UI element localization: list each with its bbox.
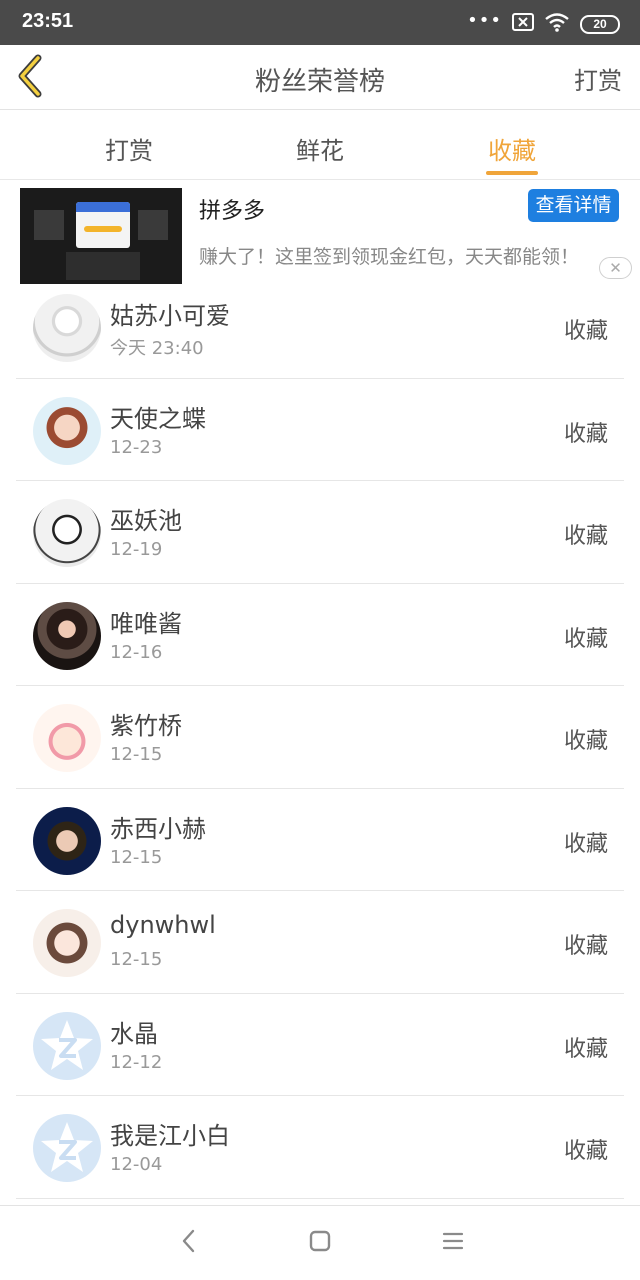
user-name: 水晶 — [110, 1019, 158, 1048]
list-item[interactable]: dynwhwl 12-15 收藏 — [0, 891, 640, 994]
status-icons: ••• 20 — [467, 12, 620, 36]
status-bar: 23:51 ••• 20 — [0, 0, 640, 45]
action-label: 收藏 — [563, 831, 608, 857]
tab-reward[interactable]: 打赏 — [69, 131, 189, 166]
user-name: 赤西小赫 — [110, 814, 206, 843]
favorite-date: 今天 23:40 — [110, 338, 204, 359]
list-item[interactable]: 我是江小白 12-04 收藏 — [0, 1096, 640, 1199]
default-avatar-icon — [33, 1011, 101, 1080]
active-tab-indicator — [486, 171, 538, 175]
tab-bar: 打赏 鲜花 收藏 — [0, 111, 640, 180]
avatar — [33, 396, 101, 465]
wifi-icon — [544, 12, 570, 36]
favorite-date: 12-12 — [110, 1051, 163, 1073]
action-label: 收藏 — [563, 1139, 608, 1164]
ad-banner[interactable]: 拼多多 查看详情 赚大了！这里签到领现金红包，天天都能领！ ✕ — [0, 181, 640, 285]
action-label: 收藏 — [563, 319, 608, 344]
ad-thumb-card — [76, 202, 130, 248]
action-label: 收藏 — [563, 626, 608, 652]
page-title: 粉丝荣誉榜 — [254, 67, 385, 97]
reward-button[interactable]: 打赏 — [574, 61, 622, 96]
user-name: 紫竹桥 — [110, 712, 182, 740]
chevron-left-icon — [182, 1229, 195, 1253]
square-home-icon — [309, 1230, 331, 1252]
list-item[interactable]: 赤西小赫 12-15 收藏 — [0, 789, 640, 892]
user-name: 唯唯酱 — [110, 609, 182, 638]
ad-description: 赚大了！这里签到领现金红包，天天都能领！ — [199, 246, 580, 268]
nav-bar: 粉丝荣誉榜 打赏 — [0, 45, 640, 110]
avatar — [33, 704, 101, 772]
avatar — [33, 909, 101, 977]
action-label: 收藏 — [563, 1036, 608, 1062]
favorite-date: 12-23 — [110, 436, 163, 458]
battery-icon: 20 — [580, 14, 620, 34]
status-time: 23:51 — [22, 10, 74, 32]
avatar — [33, 294, 101, 362]
tab-flowers[interactable]: 鲜花 — [260, 131, 380, 166]
ad-title: 拼多多 — [199, 199, 266, 224]
avatar — [33, 601, 101, 670]
list-item[interactable]: 天使之蝶 12-23 收藏 — [0, 379, 640, 482]
user-name: dynwhwl — [110, 911, 216, 939]
avatar — [33, 499, 101, 567]
close-box-icon — [512, 13, 534, 35]
ad-details-button[interactable]: 查看详情 — [528, 189, 619, 222]
user-name: 天使之蝶 — [110, 404, 206, 433]
favorite-date: 12-15 — [110, 949, 163, 970]
avatar — [33, 806, 101, 875]
list-item[interactable]: 水晶 12-12 收藏 — [0, 994, 640, 1097]
favorite-date: 12-16 — [110, 641, 163, 663]
user-name: 我是江小白 — [110, 1122, 230, 1150]
ad-thumb-panel-right — [138, 210, 168, 240]
favorite-date: 12-04 — [110, 1154, 163, 1175]
action-label: 收藏 — [563, 729, 608, 754]
system-home-button[interactable] — [305, 1226, 335, 1256]
system-menu-button[interactable] — [438, 1226, 468, 1256]
system-back-button[interactable] — [174, 1226, 204, 1256]
user-name: 姑苏小可爱 — [110, 302, 230, 330]
tab-favorites[interactable]: 收藏 — [452, 131, 572, 166]
action-label: 收藏 — [563, 421, 608, 447]
ad-thumb-panel-left — [34, 210, 64, 240]
ad-thumbnail — [20, 188, 182, 284]
fan-list: 姑苏小可爱 今天 23:40 收藏 天使之蝶 12-23 收藏 巫妖池 12-1… — [0, 276, 640, 1199]
list-item[interactable]: 巫妖池 12-19 收藏 — [0, 481, 640, 584]
list-item[interactable]: 唯唯酱 12-16 收藏 — [0, 584, 640, 687]
system-nav-bar — [0, 1205, 640, 1280]
favorite-date: 12-19 — [110, 539, 163, 560]
ad-thumb-coins — [84, 226, 122, 232]
list-item[interactable]: 姑苏小可爱 今天 23:40 收藏 — [0, 276, 640, 379]
action-label: 收藏 — [563, 524, 608, 549]
ad-thumb-card-header — [76, 202, 130, 212]
menu-lines-icon — [442, 1232, 464, 1250]
favorite-date: 12-15 — [110, 744, 163, 765]
favorite-date: 12-15 — [110, 846, 163, 868]
default-avatar-icon — [33, 1114, 101, 1182]
more-dots-icon: ••• — [467, 10, 502, 31]
action-label: 收藏 — [563, 934, 608, 959]
list-item[interactable]: 紫竹桥 12-15 收藏 — [0, 686, 640, 789]
user-name: 巫妖池 — [110, 507, 182, 535]
